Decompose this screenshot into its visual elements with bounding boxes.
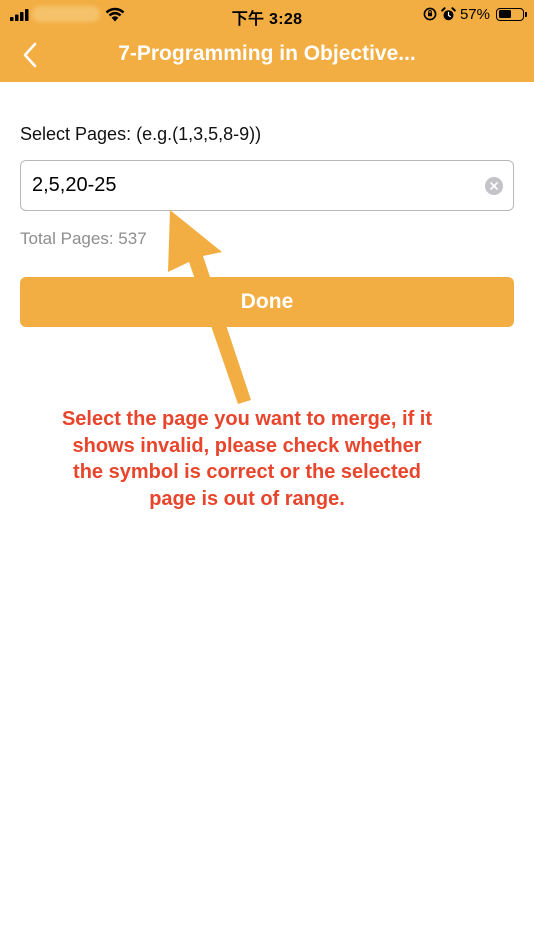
battery-icon [496,7,527,21]
done-button[interactable]: Done [20,277,514,327]
alarm-icon [441,6,456,20]
annotation-text: Select the page you want to merge, if it… [61,408,433,510]
pages-input[interactable] [32,161,482,209]
back-button[interactable] [10,36,50,74]
battery-percent: 57% [459,5,490,23]
total-pages-text: Total Pages: 537 [20,229,147,248]
page-title: 7-Programming in Objective... [118,42,416,65]
orientation-lock-icon [423,7,437,21]
battery-level-fill [498,10,512,18]
pages-input-field [20,160,514,211]
status-bar: 下午 3:28 57% [0,0,534,28]
close-icon [490,182,498,190]
nav-bar: 7-Programming in Objective... [0,28,534,82]
clear-input-button[interactable] [485,177,503,195]
chevron-left-icon [23,42,37,68]
select-pages-label: Select Pages: (e.g.(1,3,5,8-9)) [20,124,262,144]
app-header: 下午 3:28 57% 7-Programming in Objective..… [0,0,534,82]
status-right-group: 57% [423,5,527,23]
